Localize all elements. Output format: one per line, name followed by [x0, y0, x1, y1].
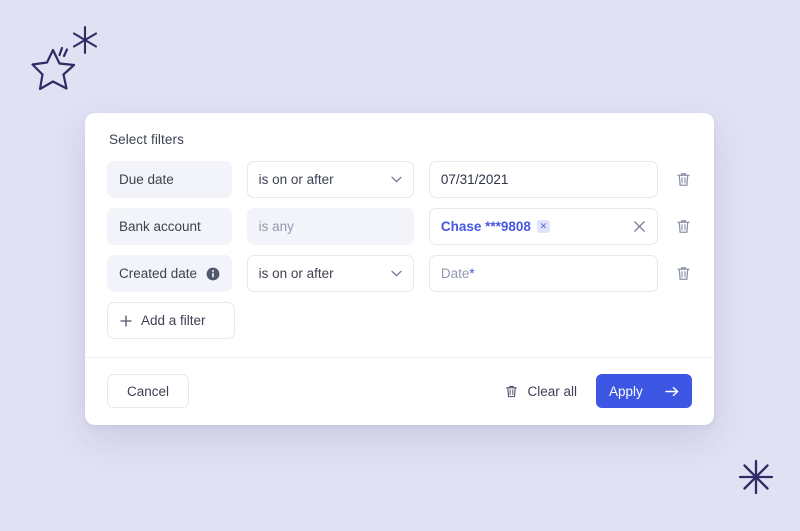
trash-icon: [504, 384, 519, 399]
chevron-down-icon: [391, 176, 402, 183]
filter-operator-label: is on or after: [259, 172, 334, 187]
filter-field-selector[interactable]: Due date: [107, 161, 232, 198]
clear-all-button[interactable]: Clear all: [504, 384, 577, 399]
apply-button[interactable]: Apply: [596, 374, 692, 408]
clear-all-label: Clear all: [527, 384, 577, 399]
apply-label: Apply: [609, 384, 643, 399]
arrow-right-icon: [665, 386, 679, 397]
add-filter-button[interactable]: Add a filter: [107, 302, 235, 339]
filter-row: Created date is on or after Date*: [107, 255, 692, 292]
decorative-star-icon: [30, 44, 78, 90]
filter-row: Due date is on or after 07/31/2021: [107, 161, 692, 198]
filter-field-label: Due date: [119, 172, 174, 187]
filter-field-selector[interactable]: Bank account: [107, 208, 232, 245]
chip-remove-icon[interactable]: ✕: [537, 220, 550, 233]
filter-field-label: Created date: [119, 266, 197, 281]
plus-icon: [120, 315, 132, 327]
filter-operator-label: is on or after: [259, 266, 334, 281]
delete-filter-button[interactable]: [675, 265, 692, 282]
filter-value-text: 07/31/2021: [441, 172, 509, 187]
card-body: Select filters Due date is on or after 0…: [85, 113, 714, 357]
filter-value-input[interactable]: Date*: [429, 255, 658, 292]
filter-field-selector[interactable]: Created date: [107, 255, 232, 292]
decorative-sparkle-corner-icon: [738, 459, 774, 495]
required-asterisk: *: [469, 266, 474, 281]
decorative-sparkle-icon: [70, 24, 100, 56]
page-title: Select filters: [109, 132, 692, 147]
filter-operator-select: is any: [247, 208, 414, 245]
value-chip[interactable]: Chase ***9808 ✕: [441, 219, 550, 234]
filter-operator-select[interactable]: is on or after: [247, 161, 414, 198]
filter-row: Bank account is any Chase ***9808 ✕: [107, 208, 692, 245]
filter-value-placeholder: Date*: [441, 266, 475, 281]
value-chip-label: Chase ***9808: [441, 219, 531, 234]
filter-operator-label: is any: [259, 219, 294, 234]
cancel-button[interactable]: Cancel: [107, 374, 189, 408]
info-icon[interactable]: [206, 267, 220, 281]
filter-operator-select[interactable]: is on or after: [247, 255, 414, 292]
filter-field-label: Bank account: [119, 219, 201, 234]
card-footer: Cancel Clear all Apply: [85, 358, 714, 425]
placeholder-text: Date: [441, 266, 470, 281]
chevron-down-icon: [391, 270, 402, 277]
clear-value-icon[interactable]: [633, 220, 646, 233]
delete-filter-button[interactable]: [675, 171, 692, 188]
filter-value-input[interactable]: Chase ***9808 ✕: [429, 208, 658, 245]
delete-filter-button[interactable]: [675, 218, 692, 235]
filter-value-input[interactable]: 07/31/2021: [429, 161, 658, 198]
select-filters-card: Select filters Due date is on or after 0…: [85, 113, 714, 425]
footer-actions: Clear all Apply: [504, 374, 692, 408]
add-filter-label: Add a filter: [141, 313, 206, 328]
